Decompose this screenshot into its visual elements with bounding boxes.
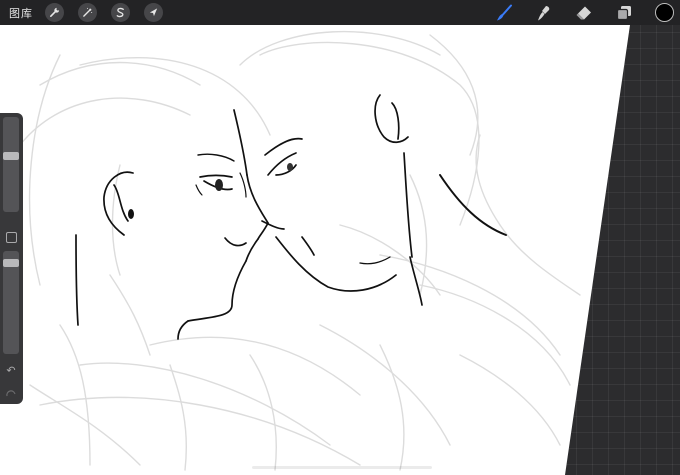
drawing-canvas[interactable]	[0, 25, 680, 475]
smudge-button[interactable]	[533, 2, 555, 24]
wrench-icon	[50, 7, 60, 17]
adjustments-button[interactable]	[78, 3, 97, 22]
right-tool-group	[475, 0, 680, 25]
selection-button[interactable]	[111, 3, 130, 22]
selection-s-icon	[116, 7, 124, 18]
layers-button[interactable]	[613, 2, 635, 24]
procreate-app: 图库 ↶	[0, 0, 680, 475]
transform-button[interactable]	[144, 3, 163, 22]
color-picker-button[interactable]	[655, 3, 674, 22]
modify-button[interactable]	[6, 232, 17, 243]
arrow-cursor-icon	[149, 8, 158, 17]
right-figure-eye	[287, 163, 293, 171]
brush-size-slider-thumb[interactable]	[3, 152, 19, 160]
brush-size-slider[interactable]	[3, 117, 19, 212]
smudge-icon	[538, 5, 550, 20]
canvas-paper	[0, 25, 630, 475]
eraser-icon	[576, 6, 591, 19]
left-sidebar: ↶	[0, 113, 23, 404]
brush-icon	[497, 4, 512, 20]
left-figure-eye	[215, 179, 223, 191]
eraser-button[interactable]	[573, 2, 595, 24]
top-toolbar: 图库	[0, 0, 680, 25]
opacity-slider[interactable]	[3, 251, 19, 354]
opacity-slider-thumb[interactable]	[3, 259, 19, 267]
left-figure-earring	[128, 209, 134, 219]
home-indicator	[252, 466, 432, 469]
redo-icon	[6, 390, 16, 397]
undo-button[interactable]: ↶	[3, 364, 19, 378]
artwork[interactable]	[0, 25, 680, 475]
gallery-button[interactable]: 图库	[9, 5, 33, 21]
layers-icon	[616, 5, 631, 20]
redo-button[interactable]	[3, 385, 19, 397]
actions-button[interactable]	[45, 3, 64, 22]
magic-wand-icon	[83, 7, 93, 17]
brush-button[interactable]	[493, 2, 515, 24]
